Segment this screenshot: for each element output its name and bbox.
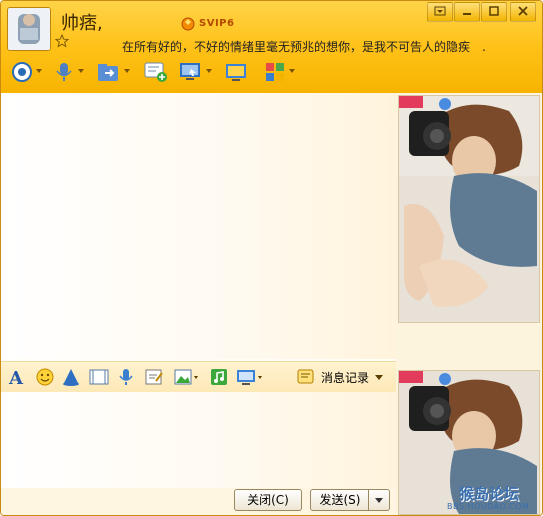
chat-history[interactable] [1,93,396,359]
send-image-icon[interactable] [174,367,202,387]
share-screen-icon [226,64,246,81]
chevron-down-icon[interactable] [375,375,383,381]
font-icon[interactable]: A [7,367,27,387]
send-file-icon [98,64,118,81]
share-screen-button[interactable] [225,61,247,83]
chat-window: 帅痞, SVIP6 在所有好的，不好的情绪里毫无预兆的想你，是我不可告人的隐疾 … [0,0,543,516]
signature: 在所有好的，不好的情绪里毫无预兆的想你，是我不可告人的隐疾 . [122,40,486,54]
svg-text:A: A [8,368,24,387]
maximize-button[interactable] [481,2,507,22]
voice-call-icon [56,63,72,81]
message-record-button[interactable]: 消息记录 [321,369,369,386]
magic-expression-icon[interactable] [61,367,81,387]
new-group-chat-icon [144,62,167,82]
video-call-icon [12,62,32,82]
video-call-button[interactable] [11,61,42,83]
message-record-icon[interactable] [297,367,315,387]
minimize-icon [463,13,471,15]
remote-desktop-button[interactable] [179,61,212,83]
screenshot-icon[interactable] [236,367,266,387]
input-toolbar: A 消息记录 [1,361,396,393]
music-icon[interactable] [209,367,229,387]
svip-badge: SVIP6 [199,18,235,29]
maximize-icon [489,6,499,16]
nickname: 帅痞, [61,13,103,34]
screen-record-icon[interactable] [89,367,109,387]
bottom-bar: 关闭(C) 发送(S) [1,488,396,515]
chat-header: 帅痞, SVIP6 在所有好的，不好的情绪里毫无预兆的想你，是我不可告人的隐疾 … [1,1,542,93]
emoji-icon[interactable] [35,367,55,387]
dropdown-icon [434,6,446,16]
menu-button[interactable] [427,2,453,22]
avatar-image [8,8,50,50]
send-options-button[interactable] [368,489,390,511]
my-photo: 猴岛论坛 BBS.HOUDAO.COM [398,370,540,515]
right-panel: 猴岛论坛 BBS.HOUDAO.COM [396,93,542,515]
note-icon[interactable] [144,367,164,387]
voice-call-button[interactable] [53,61,84,83]
message-input[interactable] [1,392,396,488]
close-window-button[interactable] [510,2,536,22]
watermark-url: BBS.HOUDAO.COM [447,502,530,511]
voice-message-icon[interactable] [116,367,136,387]
apps-icon [266,63,284,81]
send-file-button[interactable] [97,61,130,83]
contact-photo [398,95,540,323]
star-icon[interactable] [55,34,69,48]
remote-desktop-icon [180,63,200,80]
watermark-logo: 猴岛论坛 [459,485,520,503]
close-button[interactable]: 关闭(C) [234,489,302,511]
apps-button[interactable] [264,61,295,83]
new-group-chat-button[interactable] [144,61,168,83]
minimize-button[interactable] [454,2,480,22]
chevron-down-icon [375,498,383,503]
avatar[interactable] [7,7,51,51]
send-button[interactable]: 发送(S) [310,489,370,511]
close-icon [518,6,528,16]
